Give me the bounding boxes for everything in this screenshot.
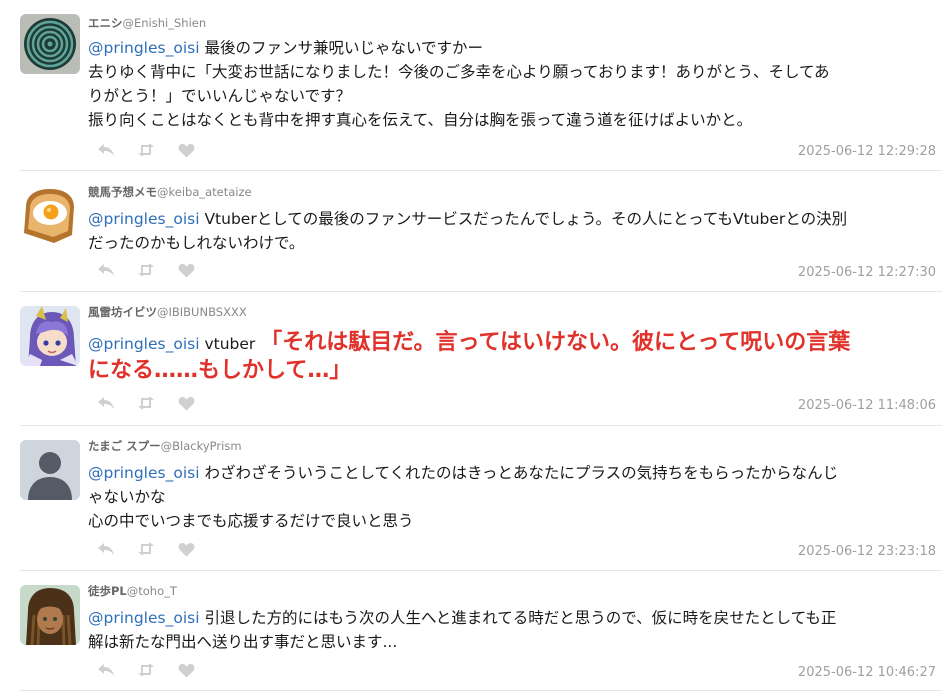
tweet-header: 競馬予想メモ@keiba_atetaize [88, 183, 252, 199]
tweet-header: 徒歩PL@toho_T [88, 582, 177, 598]
timestamp[interactable]: 2025-06-12 10:46:27 [798, 665, 936, 680]
user-handle[interactable]: @Enishi_Shien [123, 16, 207, 30]
text-line: りがとう！」でいいんじゃないです？ [88, 87, 352, 105]
reply-icon[interactable] [96, 142, 116, 158]
like-icon[interactable] [176, 262, 196, 278]
mention-link[interactable]: @pringles_oisi [88, 39, 200, 57]
tweet-text: @pringles_oisi わざわざそういうことしてくれたのはきっとあなたにプ… [88, 461, 934, 533]
mention-link[interactable]: @pringles_oisi [88, 609, 200, 627]
tweet-actions [96, 540, 216, 558]
tweet-text: @pringles_oisi vtuber 「それは駄目だ。言ってはいけない。彼… [88, 329, 934, 385]
text-line: 引退した方的にはもう次の人生へと進まれてる時だと思うので、仮に時を戻せたとしても… [199, 609, 837, 627]
text-line: 心の中でいつまでも応援するだけで良いと思う [88, 512, 414, 530]
tweet-actions [96, 141, 216, 159]
retweet-icon[interactable] [136, 142, 156, 158]
tweet-text: @pringles_oisi Vtuberとしての最後のファンサービスだったんで… [88, 207, 934, 255]
timestamp[interactable]: 2025-06-12 12:27:30 [798, 265, 936, 280]
user-handle[interactable]: @toho_T [127, 584, 177, 598]
retweet-icon[interactable] [136, 541, 156, 557]
tweet-item: 競馬予想メモ@keiba_atetaize @pringles_oisi Vtu… [0, 183, 942, 288]
retweet-icon[interactable] [136, 662, 156, 678]
tweet-item: 風雷坊イビツ@IBIBUNBSXXX @pringles_oisi vtuber… [0, 303, 942, 418]
divider [20, 690, 942, 691]
like-icon[interactable] [176, 662, 196, 678]
tweet-text: @pringles_oisi 引退した方的にはもう次の人生へと進まれてる時だと思… [88, 606, 934, 654]
user-handle[interactable]: @BlackyPrism [161, 439, 242, 453]
tweet-header: 風雷坊イビツ@IBIBUNBSXXX [88, 303, 247, 319]
emphasis-text: 「それは駄目だ。言ってはいけない。彼にとって呪いの言葉 [260, 330, 851, 355]
text-line: 最後のファンサ兼呪いじゃないですかー [199, 39, 483, 57]
default-user-avatar[interactable] [20, 440, 80, 500]
like-icon[interactable] [176, 541, 196, 557]
spiral-avatar[interactable] [20, 14, 80, 74]
mention-link[interactable]: @pringles_oisi [88, 210, 200, 228]
tweet-header: エニシ@Enishi_Shien [88, 14, 206, 30]
anime-character-avatar[interactable] [20, 306, 80, 366]
retweet-icon[interactable] [136, 262, 156, 278]
tweet-item: 徒歩PL@toho_T @pringles_oisi 引退した方的にはもう次の人… [0, 582, 942, 688]
user-name[interactable]: エニシ [88, 16, 123, 30]
tweet-item: たまご スプー@BlackyPrism @pringles_oisi わざわざそ… [0, 437, 942, 565]
timestamp[interactable]: 2025-06-12 11:48:06 [798, 398, 936, 413]
user-handle[interactable]: @keiba_atetaize [157, 185, 252, 199]
divider [20, 570, 942, 571]
tweet-actions [96, 261, 216, 279]
mention-link[interactable]: @pringles_oisi [88, 464, 200, 482]
text-line: 解は新たな門出へ送り出す事だと思います... [88, 633, 398, 651]
user-name[interactable]: 風雷坊イビツ [88, 305, 157, 319]
like-icon[interactable] [176, 142, 196, 158]
emphasis-text: になる……もしかして…」 [88, 358, 352, 383]
like-icon[interactable] [176, 395, 196, 411]
text-line: 去りゆく背中に「大変お世話になりました！今後のご多幸を心より願っております！あり… [88, 63, 830, 81]
text-line: Vtuberとしての最後のファンサービスだったんでしょう。その人にとってもVtu… [199, 210, 848, 228]
text-line: ゃないかな [88, 488, 166, 506]
text-prefix: vtuber [199, 335, 261, 353]
reply-icon[interactable] [96, 395, 116, 411]
mention-link[interactable]: @pringles_oisi [88, 335, 200, 353]
reply-icon[interactable] [96, 662, 116, 678]
user-handle[interactable]: @IBIBUNBSXXX [157, 305, 247, 319]
divider [20, 170, 942, 171]
reply-icon[interactable] [96, 541, 116, 557]
tweet-header: たまご スプー@BlackyPrism [88, 437, 242, 453]
text-line: わざわざそういうことしてくれたのはきっとあなたにプラスの気持ちをもらったからなん… [199, 464, 839, 482]
user-name[interactable]: たまご スプー [88, 439, 161, 453]
text-line: だったのかもしれないわけで。 [88, 234, 305, 252]
toast-egg-avatar[interactable] [20, 185, 80, 245]
reply-icon[interactable] [96, 262, 116, 278]
text-line: 振り向くことはなくとも背中を押す真心を伝えて、自分は胸を張って違う道を征けばよい… [88, 111, 753, 129]
tweet-item: エニシ@Enishi_Shien @pringles_oisi 最後のファンサ兼… [0, 14, 942, 164]
timestamp[interactable]: 2025-06-12 23:23:18 [798, 544, 936, 559]
user-name[interactable]: 競馬予想メモ [88, 185, 157, 199]
divider [20, 291, 942, 292]
tweet-actions [96, 661, 216, 679]
divider [20, 425, 942, 426]
timestamp[interactable]: 2025-06-12 12:29:28 [798, 144, 936, 159]
dreadlocks-avatar[interactable] [20, 585, 80, 645]
tweet-actions [96, 394, 216, 412]
retweet-icon[interactable] [136, 395, 156, 411]
user-name[interactable]: 徒歩PL [88, 584, 127, 598]
tweet-text: @pringles_oisi 最後のファンサ兼呪いじゃないですかー 去りゆく背中… [88, 36, 934, 132]
